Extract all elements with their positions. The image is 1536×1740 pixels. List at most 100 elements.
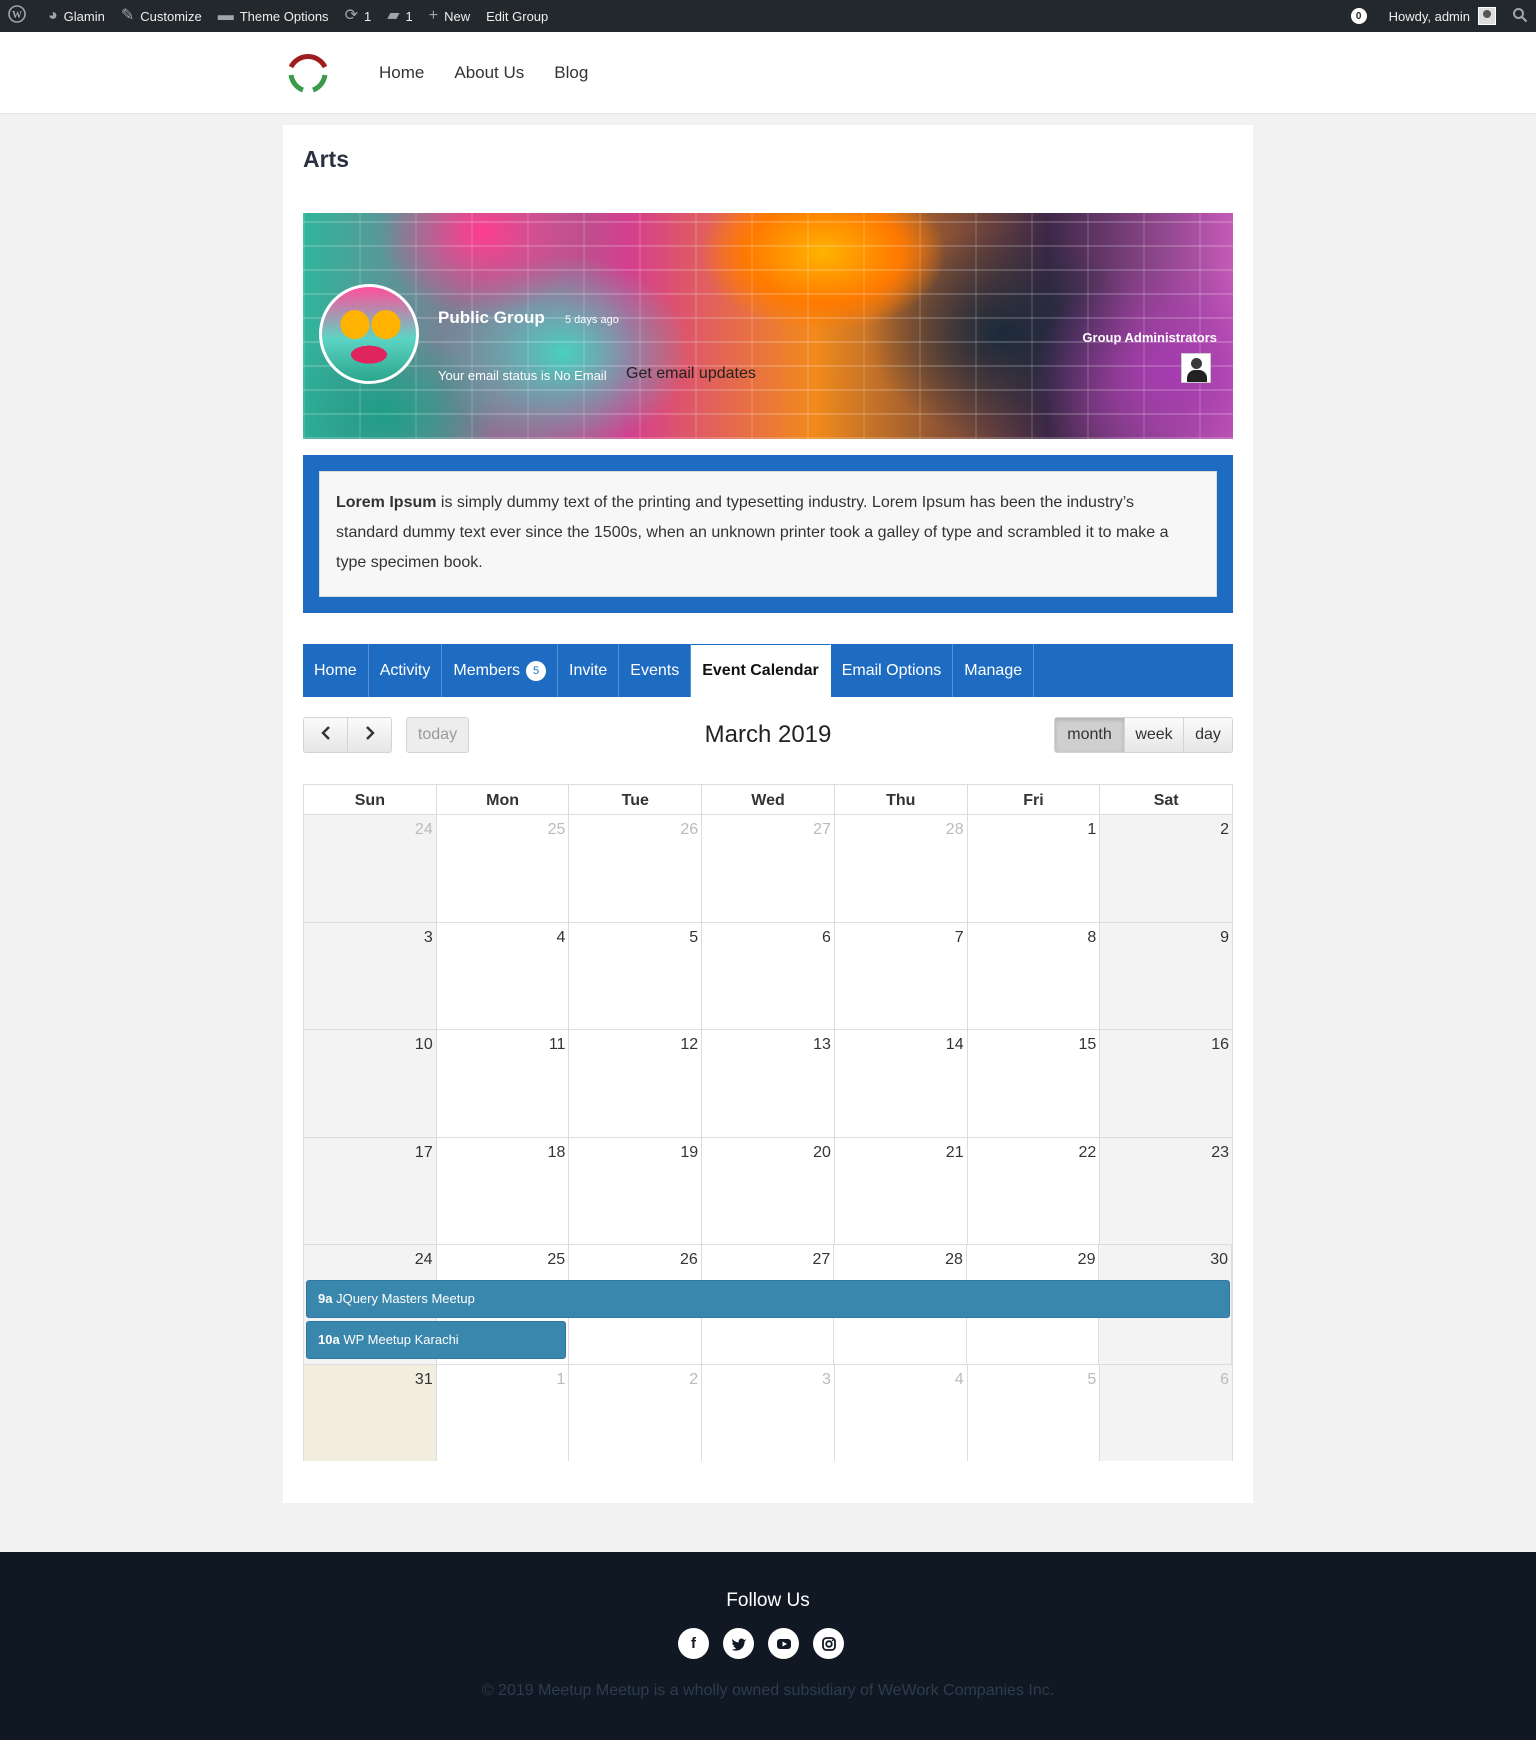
youtube-icon[interactable]: [768, 1628, 799, 1659]
calendar-day[interactable]: 3: [304, 922, 437, 1029]
calendar-day[interactable]: 27: [702, 815, 835, 922]
calendar-day[interactable]: 26: [569, 815, 703, 922]
view-week-button[interactable]: week: [1124, 717, 1184, 753]
calendar-day[interactable]: 21: [835, 1137, 968, 1244]
theme-options-link[interactable]: ▬ Theme Options: [210, 0, 337, 32]
day-number: 20: [813, 1143, 831, 1161]
calendar-day[interactable]: 23: [1100, 1137, 1233, 1244]
site-footer: Follow Us f © 2019 Meetup Meetup is a wh…: [0, 1552, 1536, 1740]
weekday-sat: Sat: [1153, 792, 1179, 809]
day-number: 25: [547, 1251, 566, 1268]
customize-label: Customize: [140, 8, 202, 24]
customize-link[interactable]: ✎ Customize: [113, 0, 210, 32]
day-number: 2: [1220, 821, 1230, 838]
group-nav-tabs: Home Activity Members 5 Invite Events Ev…: [303, 644, 1233, 697]
calendar-day[interactable]: 2: [1100, 815, 1233, 922]
calendar-day[interactable]: 8: [968, 922, 1101, 1029]
follow-us-heading: Follow Us: [726, 1590, 810, 1611]
tab-event-calendar[interactable]: Event Calendar: [691, 644, 831, 697]
calendar-day[interactable]: 13: [702, 1030, 835, 1137]
tab-invite[interactable]: Invite: [558, 644, 620, 697]
today-button[interactable]: today: [406, 717, 469, 753]
calendar-day[interactable]: 5: [569, 922, 703, 1029]
view-day-button[interactable]: day: [1183, 717, 1233, 753]
calendar-day[interactable]: 17: [304, 1137, 437, 1244]
tab-members[interactable]: Members 5: [442, 644, 559, 697]
next-month-button[interactable]: [347, 717, 392, 753]
calendar-event[interactable]: 10a WP Meetup Karachi: [306, 1321, 566, 1359]
page-title: Arts: [303, 146, 350, 172]
day-number: 16: [1211, 1036, 1230, 1053]
comments-link[interactable]: ▰ 1: [379, 0, 421, 32]
facebook-icon[interactable]: f: [678, 1628, 709, 1659]
weekday-header: Sun Mon Tue Wed Thu Fri Sat: [303, 784, 1233, 815]
calendar-day[interactable]: 10: [304, 1030, 437, 1137]
calendar-day[interactable]: 3: [702, 1365, 835, 1461]
comment-icon: ▰: [387, 7, 400, 24]
calendar-day[interactable]: 11: [437, 1030, 570, 1137]
calendar-day[interactable]: 2: [569, 1365, 703, 1461]
calendar-day[interactable]: 18: [437, 1137, 570, 1244]
calendar-day[interactable]: 4: [437, 922, 570, 1029]
calendar-day[interactable]: 15: [968, 1030, 1101, 1137]
calendar-day[interactable]: 25: [437, 815, 570, 922]
twitter-icon[interactable]: [723, 1628, 754, 1659]
calendar-day[interactable]: 1: [437, 1365, 570, 1461]
calendar-day[interactable]: 20: [702, 1137, 835, 1244]
calendar-day[interactable]: 16: [1100, 1030, 1233, 1137]
edit-group-link[interactable]: Edit Group: [478, 0, 556, 32]
updates-icon: ⟳: [344, 7, 358, 24]
view-month-button[interactable]: month: [1054, 717, 1125, 753]
calendar-day[interactable]: 22: [968, 1137, 1101, 1244]
tab-email-options[interactable]: Email Options: [831, 644, 954, 697]
calendar-day[interactable]: 12: [569, 1030, 703, 1137]
calendar-day[interactable]: 5: [968, 1365, 1101, 1461]
group-avatar[interactable]: [319, 284, 419, 384]
description-bold: Lorem Ipsum: [336, 494, 437, 511]
get-email-updates-button[interactable]: Get email updates: [626, 365, 756, 383]
updates-link[interactable]: ⟳ 1: [337, 0, 380, 32]
tab-events[interactable]: Events: [619, 644, 692, 697]
calendar-day[interactable]: 6: [702, 922, 835, 1029]
calendar-day[interactable]: 19: [569, 1137, 703, 1244]
day-number: 8: [1087, 928, 1097, 946]
calendar-event[interactable]: 9a JQuery Masters Meetup: [306, 1280, 1230, 1318]
calendar-day-today[interactable]: 31: [304, 1365, 437, 1461]
event-time: 9a: [318, 1291, 333, 1306]
calendar-day[interactable]: 1: [968, 815, 1101, 922]
new-content-link[interactable]: + New: [421, 0, 478, 32]
nav-home[interactable]: Home: [364, 63, 439, 83]
day-number: 26: [680, 821, 699, 838]
tab-activity[interactable]: Activity: [369, 644, 443, 697]
day-number: 6: [1220, 1371, 1230, 1388]
nav-about-us[interactable]: About Us: [439, 63, 539, 83]
calendar-day[interactable]: 7: [835, 922, 968, 1029]
calendar-day[interactable]: 6: [1100, 1365, 1233, 1461]
weekday-mon: Mon: [437, 785, 570, 814]
admin-search-button[interactable]: [1504, 0, 1536, 32]
svg-text:W: W: [12, 10, 22, 21]
chevron-left-icon: [320, 725, 332, 745]
calendar-day[interactable]: 28: [835, 815, 968, 922]
site-logo[interactable]: [283, 47, 333, 97]
calendar-day[interactable]: 9: [1100, 922, 1233, 1029]
social-links: f: [678, 1628, 844, 1659]
admin-avatar[interactable]: [1181, 353, 1211, 383]
site-name-link[interactable]: ◕ Glamin: [40, 0, 113, 32]
calendar-day[interactable]: 14: [835, 1030, 968, 1137]
day-number: 3: [423, 928, 433, 946]
notifications-badge[interactable]: 0: [1350, 8, 1367, 24]
day-number: 5: [1087, 1371, 1097, 1388]
wordpress-logo-button[interactable]: W: [0, 0, 40, 32]
day-number: 1: [556, 1371, 566, 1388]
calendar-day[interactable]: 4: [835, 1365, 968, 1461]
prev-month-button[interactable]: [303, 717, 348, 753]
weekday-tue: Tue: [569, 785, 703, 814]
tab-home[interactable]: Home: [303, 644, 369, 697]
nav-blog[interactable]: Blog: [539, 63, 603, 83]
instagram-icon[interactable]: [813, 1628, 844, 1659]
my-account-link[interactable]: Howdy, admin: [1381, 0, 1504, 32]
comments-count: 1: [405, 8, 413, 24]
calendar-day[interactable]: 24: [304, 815, 437, 922]
tab-manage[interactable]: Manage: [953, 644, 1035, 697]
